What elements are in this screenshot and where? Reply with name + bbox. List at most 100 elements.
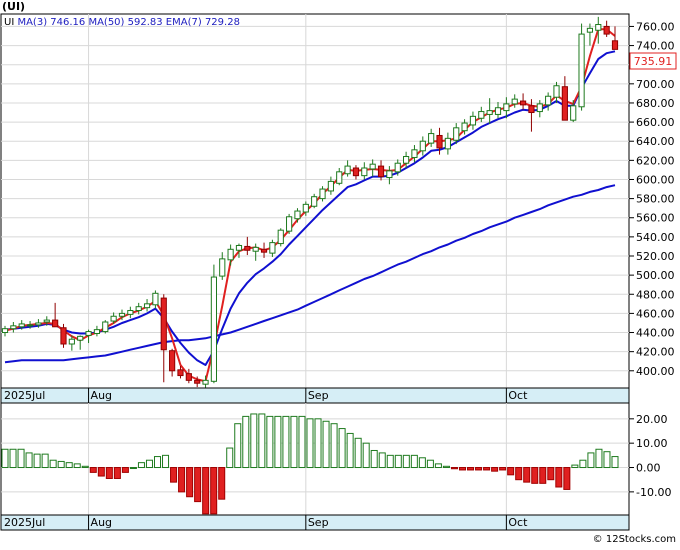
macd-bar	[402, 454, 410, 469]
price-date-label: 2025Jul	[4, 389, 45, 402]
legend-item: 746.16	[47, 17, 85, 28]
macd-bar	[587, 452, 595, 469]
price-tick-label: 680.00	[636, 97, 675, 110]
candle-body	[52, 319, 59, 328]
candle-body	[528, 105, 535, 114]
macd-bar	[186, 467, 194, 498]
macd-bar	[49, 459, 57, 469]
price-tick-label: 640.00	[636, 135, 675, 148]
candle-body	[302, 203, 309, 213]
price-tick-label: 580.00	[636, 193, 675, 206]
price-tick-label: 760.00	[636, 20, 675, 33]
macd-bar	[483, 467, 491, 471]
candle-body	[553, 85, 560, 98]
candle-body	[327, 180, 334, 192]
candle-body	[93, 329, 101, 334]
macd-bar	[346, 432, 354, 469]
macd-bar	[314, 418, 322, 469]
macd-bar	[234, 423, 242, 469]
macd-bar	[218, 467, 226, 500]
macd-bar	[242, 415, 250, 469]
candle-body	[10, 325, 17, 330]
candle-body	[561, 86, 568, 121]
stock-chart: 400.00 420.00 440.00 460.00 480.00 500.00 520.…	[0, 0, 680, 546]
candle-body	[311, 196, 318, 207]
price-tick-label: 700.00	[636, 78, 675, 91]
macd-bar	[458, 467, 467, 471]
legend-item: MA(50)	[85, 17, 124, 28]
price-tick-label: 500.00	[636, 269, 675, 282]
macd-bar	[491, 467, 499, 472]
candle-body	[102, 321, 109, 333]
macd-bar	[595, 448, 603, 469]
macd-bar	[1, 448, 9, 469]
candle-body	[377, 165, 385, 178]
candle-body	[185, 373, 192, 381]
candle-body	[545, 95, 552, 106]
macd-bar	[145, 459, 153, 469]
macd-tick-label: 10.00	[636, 437, 668, 450]
macd-bar	[282, 415, 290, 469]
candle-body	[519, 100, 527, 106]
candle-body	[436, 134, 443, 149]
legend-item: UI	[4, 17, 14, 28]
candle-body	[127, 310, 134, 315]
price-date-label: Oct	[508, 389, 528, 402]
macd-bar	[418, 457, 426, 469]
candle-body	[386, 170, 393, 179]
candle-body	[110, 315, 117, 322]
price-tick-label: 400.00	[636, 365, 675, 378]
candle-body	[294, 210, 301, 220]
last-price-badge: 735.91	[629, 52, 677, 70]
macd-bar	[298, 415, 306, 469]
macd-bar	[523, 467, 531, 483]
macd-bar	[603, 451, 611, 469]
candle-body	[611, 40, 619, 50]
candle-body	[461, 122, 468, 132]
candle-body	[394, 162, 401, 173]
candle-body	[603, 25, 610, 35]
candle-body	[536, 103, 543, 113]
candle-body	[77, 335, 84, 341]
candle-body	[227, 248, 234, 261]
candle-body	[453, 127, 460, 141]
candle-body	[68, 338, 75, 345]
candle-body	[586, 27, 594, 33]
macd-bar	[499, 467, 507, 471]
candle-body	[286, 216, 293, 232]
macd-bar	[370, 449, 378, 469]
macd-date-label: Oct	[508, 516, 528, 529]
candle-body	[403, 156, 410, 164]
price-date-label: Sep	[308, 389, 329, 402]
price-y-axis: 400.00 420.00 440.00 460.00 480.00 500.00 520.…	[629, 20, 675, 378]
macd-bar	[121, 467, 129, 473]
macd-bar	[330, 423, 338, 469]
candle-body	[570, 105, 577, 121]
macd-bar	[378, 452, 386, 469]
macd-bar	[153, 456, 162, 469]
candle-body	[277, 229, 284, 245]
candle-body	[595, 24, 602, 31]
candle-body	[503, 103, 510, 112]
macd-bar	[611, 456, 619, 469]
macd-bar	[57, 460, 65, 469]
macd-bar	[129, 467, 137, 470]
candle-body	[269, 242, 276, 254]
candle-body	[344, 165, 351, 175]
candle-body	[177, 369, 184, 377]
candle-body	[469, 115, 477, 126]
candle-body	[135, 306, 142, 312]
macd-bar	[65, 462, 73, 469]
macd-bar	[162, 454, 170, 469]
macd-bar	[539, 467, 547, 484]
symbol-tag: (UI)	[2, 0, 25, 13]
price-tick-label: 480.00	[636, 288, 675, 301]
macd-bar	[17, 448, 25, 469]
candle-body	[169, 350, 176, 372]
macd-bar	[507, 467, 515, 476]
macd-bar	[73, 463, 81, 469]
macd-bar	[113, 467, 121, 479]
candle-body	[26, 324, 34, 327]
macd-bar	[105, 467, 113, 479]
macd-bar	[426, 459, 434, 469]
